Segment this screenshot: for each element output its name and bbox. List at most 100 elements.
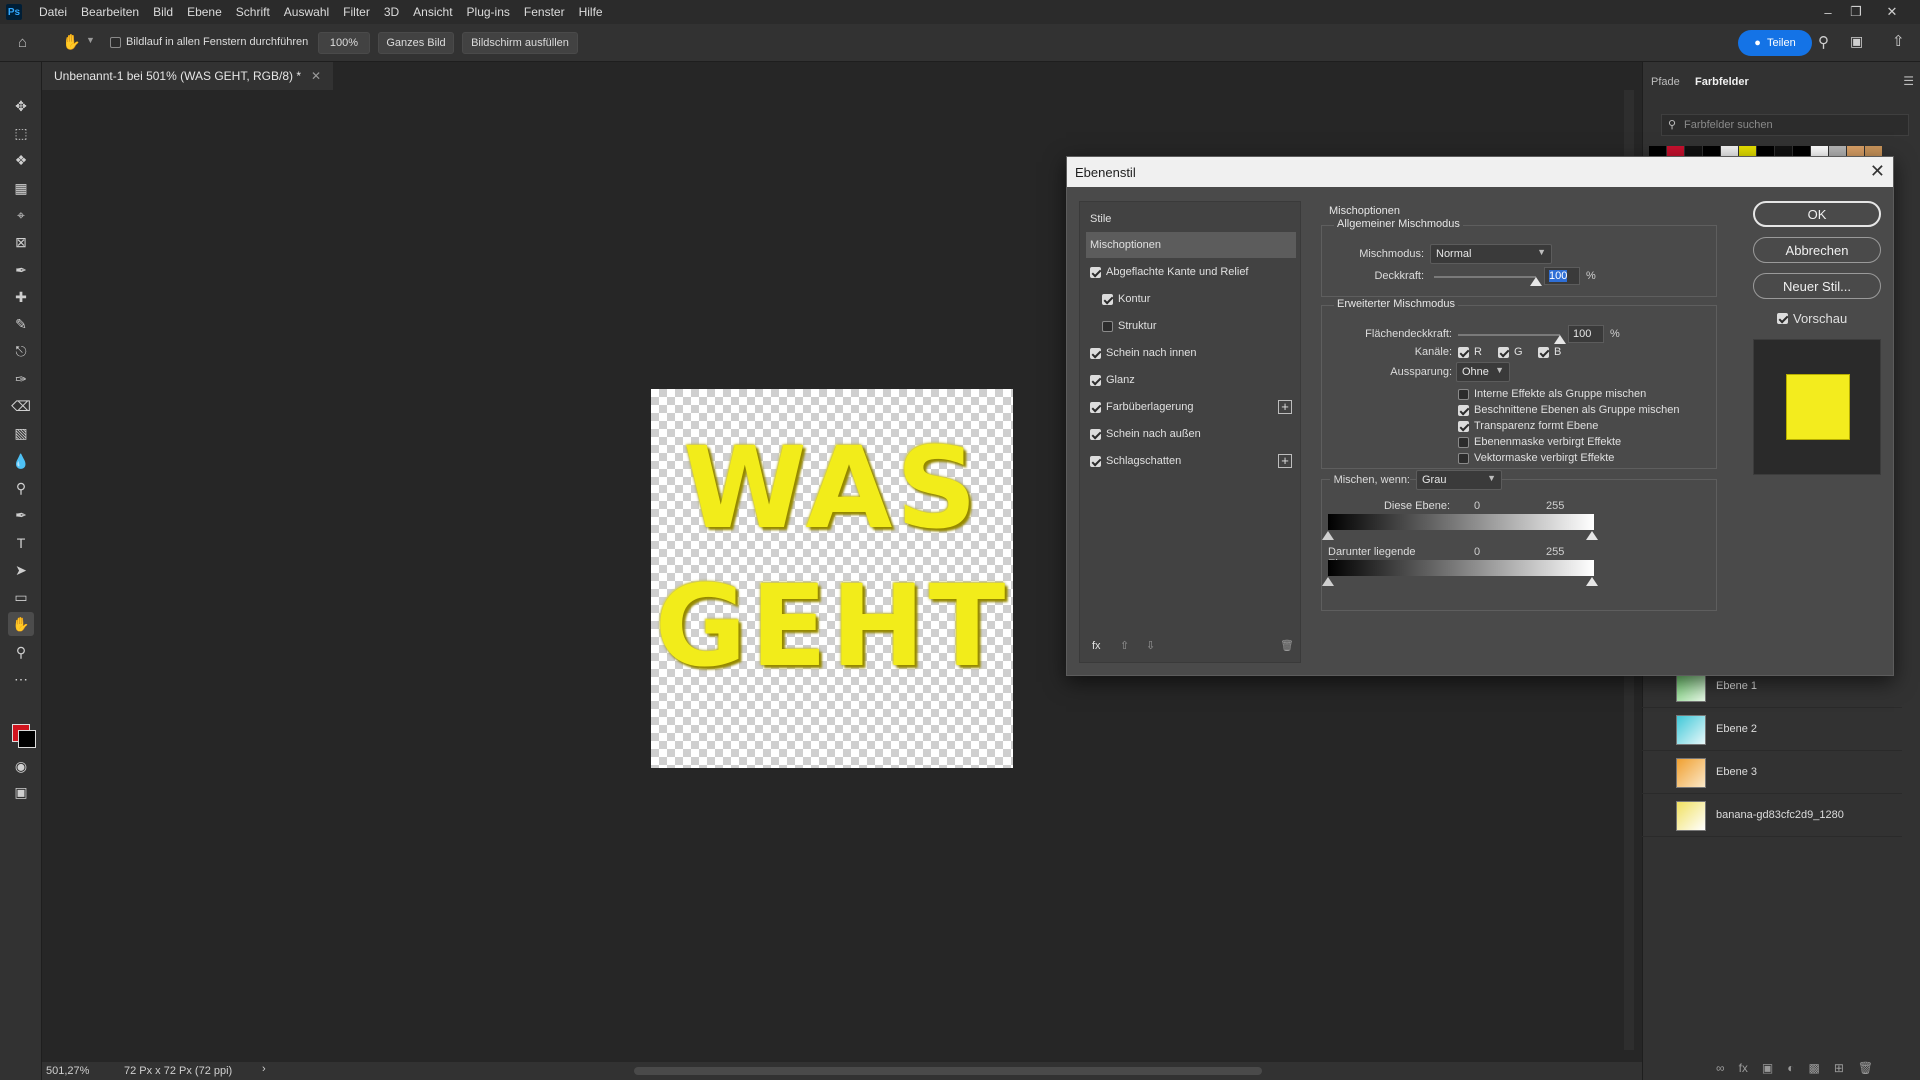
style-checkbox[interactable] — [1090, 455, 1101, 467]
dialog-titlebar[interactable]: Ebenenstil ✕ — [1067, 157, 1893, 187]
style-item[interactable]: Struktur — [1086, 313, 1296, 339]
blend-if-select[interactable]: Grau ▼ — [1416, 470, 1502, 490]
healing-brush-tool-icon[interactable]: ✚ — [8, 285, 34, 309]
opacity-slider-knob[interactable] — [1530, 277, 1542, 286]
add-effect-icon[interactable]: + — [1278, 454, 1292, 468]
hand-tool-icon[interactable]: ✋ — [62, 33, 81, 51]
fit-screen-button[interactable]: Ganzes Bild — [378, 32, 454, 54]
gradient-tool-icon[interactable]: ▧ — [8, 421, 34, 445]
background-color-swatch[interactable] — [18, 730, 36, 748]
chevron-right-icon[interactable]: › — [262, 1063, 266, 1075]
brush-tool-icon[interactable]: ✎ — [8, 312, 34, 336]
style-item[interactable]: Mischoptionen — [1086, 232, 1296, 258]
channel-r[interactable]: R — [1458, 346, 1482, 358]
blur-tool-icon[interactable]: 💧 — [8, 449, 34, 473]
move-down-icon[interactable]: ⇩ — [1146, 639, 1155, 652]
eraser-tool-icon[interactable]: ⌫ — [8, 394, 34, 418]
color-swatch[interactable] — [1739, 146, 1756, 156]
hand-tool-icon[interactable]: ✋ — [8, 612, 34, 636]
cancel-button[interactable]: Abbrechen — [1753, 237, 1881, 263]
style-checkbox[interactable] — [1090, 347, 1101, 359]
advanced-option[interactable]: Transparenz formt Ebene — [1458, 420, 1598, 432]
style-checkbox[interactable] — [1102, 320, 1113, 332]
quick-mask-icon[interactable]: ◉ — [8, 754, 34, 778]
move-up-icon[interactable]: ⇧ — [1120, 639, 1129, 652]
menu-schrift[interactable]: Schrift — [229, 0, 277, 24]
tab-swatches[interactable]: Farbfelder — [1695, 76, 1749, 88]
style-checkbox[interactable] — [1090, 401, 1101, 413]
eyedropper-tool-icon[interactable]: ✒ — [8, 258, 34, 282]
document-canvas[interactable]: WAS GEHT — [651, 389, 1013, 768]
style-item[interactable]: Abgeflachte Kante und Relief — [1086, 259, 1296, 285]
fill-opacity-slider-knob[interactable] — [1554, 335, 1566, 344]
link-icon[interactable]: ∞ — [1716, 1061, 1725, 1077]
underlying-high-knob[interactable] — [1586, 577, 1598, 586]
scroll-all-checkbox[interactable] — [110, 36, 121, 48]
trash-icon[interactable]: 🗑 — [1280, 639, 1294, 652]
restore-icon[interactable]: ❐ — [1842, 0, 1870, 24]
underlying-low-knob[interactable] — [1322, 577, 1334, 586]
style-checkbox[interactable] — [1090, 266, 1101, 278]
move-tool-icon[interactable]: ✥ — [8, 94, 34, 118]
zoom-tool-icon[interactable]: ⚲ — [8, 640, 34, 664]
workspace-icon[interactable]: ▣ — [1850, 33, 1863, 50]
menu-filter[interactable]: Filter — [336, 0, 377, 24]
styles-header[interactable]: Stile — [1086, 206, 1296, 232]
preview-checkbox[interactable]: Vorschau — [1777, 311, 1847, 326]
search-icon[interactable]: ⚲ — [1818, 33, 1829, 51]
folder-icon[interactable]: ▩ — [1809, 1061, 1820, 1077]
advanced-option[interactable]: Vektormaske verbirgt Effekte — [1458, 452, 1614, 464]
fill-screen-button[interactable]: Bildschirm ausfüllen — [462, 32, 578, 54]
rectangle-tool-icon[interactable]: ▭ — [8, 585, 34, 609]
chevron-down-icon[interactable]: ▼ — [86, 35, 95, 45]
export-icon[interactable]: ⇧ — [1892, 32, 1905, 50]
new-style-button[interactable]: Neuer Stil... — [1753, 273, 1881, 299]
style-item[interactable]: Farbüberlagerung + — [1086, 394, 1296, 420]
color-swatch[interactable] — [1811, 146, 1828, 156]
opacity-input[interactable]: 100 — [1544, 267, 1580, 285]
home-icon[interactable]: ⌂ — [18, 34, 27, 51]
dodge-tool-icon[interactable]: ⚲ — [8, 476, 34, 500]
mask-icon[interactable]: ▣ — [1762, 1061, 1773, 1077]
share-button[interactable]: ● Teilen — [1738, 30, 1812, 56]
trash-icon[interactable]: 🗑 — [1858, 1061, 1873, 1077]
channel-g[interactable]: G — [1498, 346, 1523, 358]
panel-menu-icon[interactable]: ☰ — [1903, 74, 1914, 88]
advanced-option[interactable]: Beschnittene Ebenen als Gruppe mischen — [1458, 404, 1679, 416]
layer-row[interactable]: banana-gd83cfc2d9_1280 — [1642, 795, 1902, 837]
color-swatch[interactable] — [1703, 146, 1720, 156]
menu-3d[interactable]: 3D — [377, 0, 406, 24]
history-brush-tool-icon[interactable]: ✑ — [8, 367, 34, 391]
clone-stamp-tool-icon[interactable]: ⎋ — [8, 339, 34, 363]
new-layer-icon[interactable]: ⊞ — [1834, 1061, 1844, 1077]
style-item[interactable]: Schein nach innen — [1086, 340, 1296, 366]
minimize-icon[interactable]: – — [1814, 0, 1842, 24]
menu-ansicht[interactable]: Ansicht — [406, 0, 459, 24]
close-tab-icon[interactable]: ✕ — [311, 69, 321, 83]
color-swatch[interactable] — [1829, 146, 1846, 156]
style-checkbox[interactable] — [1102, 293, 1113, 305]
crop-tool-icon[interactable]: ⌖ — [8, 203, 34, 227]
scroll-all-windows-option[interactable]: Bildlauf in allen Fenstern durchführen — [110, 36, 308, 48]
adjustment-icon[interactable]: ◐ — [1787, 1061, 1794, 1077]
menu-hilfe[interactable]: Hilfe — [572, 0, 610, 24]
pen-tool-icon[interactable]: ✒ — [8, 503, 34, 527]
zoom-100-button[interactable]: 100% — [318, 32, 370, 54]
advanced-option[interactable]: Ebenenmaske verbirgt Effekte — [1458, 436, 1621, 448]
style-checkbox[interactable] — [1090, 374, 1101, 386]
blend-mode-select[interactable]: Normal ▼ — [1430, 244, 1552, 264]
menu-auswahl[interactable]: Auswahl — [277, 0, 336, 24]
knockout-select[interactable]: Ohne ▼ — [1456, 362, 1510, 382]
layer-row[interactable]: Ebene 2 — [1642, 709, 1902, 751]
color-swatch[interactable] — [1847, 146, 1864, 156]
color-swatch[interactable] — [1649, 146, 1666, 156]
fx-icon[interactable]: fx — [1739, 1061, 1748, 1077]
color-swatch[interactable] — [1793, 146, 1810, 156]
horizontal-scrollbar[interactable] — [634, 1067, 1262, 1075]
swatches-search[interactable]: ⚲ Farbfelder suchen — [1661, 114, 1909, 136]
advanced-option[interactable]: Interne Effekte als Gruppe mischen — [1458, 388, 1646, 400]
screen-mode-icon[interactable]: ▣ — [8, 780, 34, 804]
color-swatch[interactable] — [1775, 146, 1792, 156]
color-swatch[interactable] — [1667, 146, 1684, 156]
menu-bearbeiten[interactable]: Bearbeiten — [74, 0, 146, 24]
